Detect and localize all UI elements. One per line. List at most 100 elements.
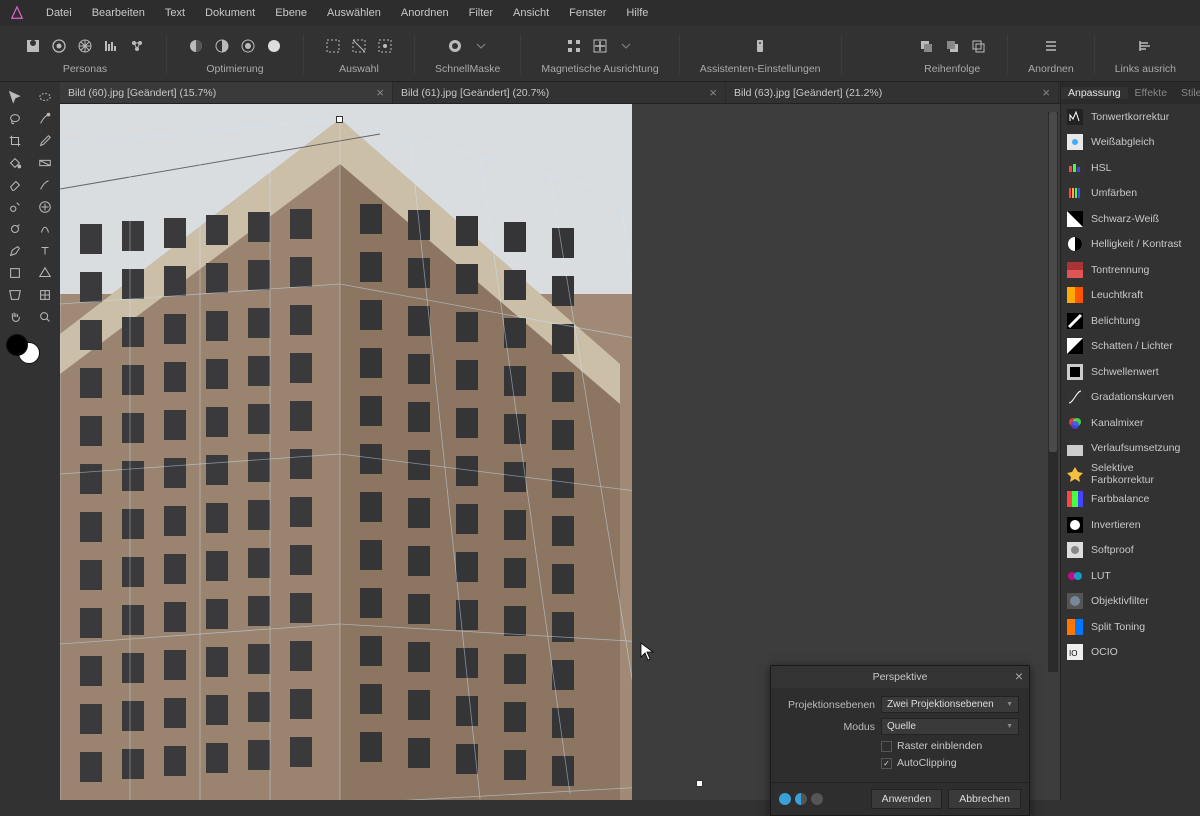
adjustment-recolor[interactable]: Umfärben <box>1061 181 1200 207</box>
menu-dokument[interactable]: Dokument <box>195 7 265 19</box>
tool-zoom[interactable] <box>30 306 60 328</box>
menu-text[interactable]: Text <box>155 7 195 19</box>
adjustment-exposure[interactable]: Belichtung <box>1061 308 1200 334</box>
close-icon[interactable]: × <box>1015 668 1023 684</box>
adjustment-bw[interactable]: Schwarz-Weiß <box>1061 206 1200 232</box>
close-icon[interactable]: × <box>376 85 384 100</box>
opt-d-icon[interactable] <box>265 37 283 55</box>
color-swatches[interactable] <box>0 328 60 362</box>
tool-text[interactable] <box>30 240 60 262</box>
adjustment-wb[interactable]: Weißabgleich <box>1061 130 1200 156</box>
menu-anordnen[interactable]: Anordnen <box>391 7 459 19</box>
opt-a-icon[interactable] <box>187 37 205 55</box>
sel-c-icon[interactable] <box>376 37 394 55</box>
adjustment-levels[interactable]: Tonwertkorrektur <box>1061 104 1200 130</box>
document-tab[interactable]: Bild (63).jpg [Geändert] (21.2%)× <box>726 82 1059 103</box>
snap-a-icon[interactable] <box>565 37 583 55</box>
tool-dodge[interactable] <box>0 218 30 240</box>
close-icon[interactable]: × <box>1042 85 1050 100</box>
dialog-titlebar[interactable]: Perspektive × <box>771 666 1029 688</box>
menu-ebene[interactable]: Ebene <box>265 7 317 19</box>
tool-perspective[interactable] <box>0 284 30 306</box>
adjustment-lensfilter[interactable]: Objektivfilter <box>1061 589 1200 615</box>
tool-crop[interactable] <box>0 130 30 152</box>
adjustment-ocio[interactable]: IOOCIO <box>1061 640 1200 666</box>
adjustment-posterize[interactable]: Tontrennung <box>1061 257 1200 283</box>
drop-icon[interactable] <box>617 37 635 55</box>
tool-paint[interactable] <box>30 174 60 196</box>
tool-heal[interactable] <box>30 196 60 218</box>
opt-b-icon[interactable] <box>213 37 231 55</box>
before-after-toggle[interactable] <box>779 793 823 805</box>
adjustment-gradmap[interactable]: Verlaufsumsetzung <box>1061 436 1200 462</box>
adjustment-sh[interactable]: Schatten / Lichter <box>1061 334 1200 360</box>
adjustment-channel[interactable]: Kanalmixer <box>1061 410 1200 436</box>
tool-flood[interactable] <box>0 152 30 174</box>
tool-liquify[interactable] <box>30 284 60 306</box>
canvas-scrollbar[interactable] <box>1048 112 1058 672</box>
document-tab[interactable]: Bild (60).jpg [Geändert] (15.7%)× <box>60 82 393 103</box>
tool-lasso[interactable] <box>0 108 30 130</box>
drop-icon[interactable] <box>472 37 490 55</box>
sel-b-icon[interactable] <box>350 37 368 55</box>
tool-eyedrop[interactable] <box>30 130 60 152</box>
persona-export-icon[interactable] <box>128 37 146 55</box>
adjustment-hsl[interactable]: HSL <box>1061 155 1200 181</box>
menu-datei[interactable]: Datei <box>36 7 82 19</box>
opt-c-icon[interactable] <box>239 37 257 55</box>
persona-liquefy-icon[interactable] <box>50 37 68 55</box>
panel-tab-anpassung[interactable]: Anpassung <box>1061 87 1128 99</box>
panel-tab-stile[interactable]: Stile <box>1174 87 1200 99</box>
perspective-handle[interactable] <box>336 116 343 123</box>
tool-shape[interactable] <box>0 262 30 284</box>
cancel-button[interactable]: Abbrechen <box>948 789 1021 809</box>
snap-b-icon[interactable] <box>591 37 609 55</box>
mask-icon[interactable] <box>446 37 464 55</box>
perspective-grid[interactable] <box>60 104 632 800</box>
tool-move[interactable] <box>0 86 30 108</box>
menu-auswählen[interactable]: Auswählen <box>317 7 391 19</box>
projection-planes-select[interactable]: Zwei Projektionsebenen▼ <box>881 696 1019 713</box>
autoclip-checkbox[interactable]: ✓AutoClipping <box>881 757 1019 769</box>
apply-button[interactable]: Anwenden <box>871 789 943 809</box>
adjustment-threshold[interactable]: Schwellenwert <box>1061 359 1200 385</box>
adjustment-lut[interactable]: LUT <box>1061 563 1200 589</box>
menu-hilfe[interactable]: Hilfe <box>616 7 658 19</box>
order-b-icon[interactable] <box>943 37 961 55</box>
adjustment-bc[interactable]: Helligkeit / Kontrast <box>1061 232 1200 258</box>
tool-gradient[interactable] <box>30 152 60 174</box>
persona-tone-icon[interactable] <box>102 37 120 55</box>
panel-tab-effekte[interactable]: Effekte <box>1128 87 1175 99</box>
adjustment-softproof[interactable]: Softproof <box>1061 538 1200 564</box>
adjustment-vibrance[interactable]: Leuchtkraft <box>1061 283 1200 309</box>
adjustment-selcolor[interactable]: Selektive Farbkorrektur <box>1061 461 1200 487</box>
assist-icon[interactable] <box>751 37 769 55</box>
adjustment-splittone[interactable]: Split Toning <box>1061 614 1200 640</box>
tool-brush-select[interactable] <box>30 108 60 130</box>
persona-develop-icon[interactable] <box>76 37 94 55</box>
tool-eraser[interactable] <box>0 174 30 196</box>
tool-hand[interactable] <box>0 306 30 328</box>
align-icon[interactable] <box>1136 37 1154 55</box>
persona-photo-icon[interactable] <box>24 37 42 55</box>
menu-filter[interactable]: Filter <box>459 7 503 19</box>
tool-marquee-ellipse[interactable] <box>30 86 60 108</box>
menu-fenster[interactable]: Fenster <box>559 7 616 19</box>
perspective-handle[interactable] <box>696 780 703 787</box>
adjustment-invert[interactable]: Invertieren <box>1061 512 1200 538</box>
show-grid-checkbox[interactable]: Raster einblenden <box>881 740 1019 752</box>
tool-mesh[interactable] <box>30 262 60 284</box>
document-tab[interactable]: Bild (61).jpg [Geändert] (20.7%)× <box>393 82 726 103</box>
adjustment-curves[interactable]: Gradationskurven <box>1061 385 1200 411</box>
tool-pen[interactable] <box>0 240 30 262</box>
sel-a-icon[interactable] <box>324 37 342 55</box>
tool-clone[interactable] <box>0 196 30 218</box>
menu-bearbeiten[interactable]: Bearbeiten <box>82 7 155 19</box>
arrange-icon[interactable] <box>1042 37 1060 55</box>
tool-smudge[interactable] <box>30 218 60 240</box>
close-icon[interactable]: × <box>709 85 717 100</box>
menu-ansicht[interactable]: Ansicht <box>503 7 559 19</box>
mode-select[interactable]: Quelle▼ <box>881 718 1019 735</box>
adjustment-colorbal[interactable]: Farbbalance <box>1061 487 1200 513</box>
order-c-icon[interactable] <box>969 37 987 55</box>
